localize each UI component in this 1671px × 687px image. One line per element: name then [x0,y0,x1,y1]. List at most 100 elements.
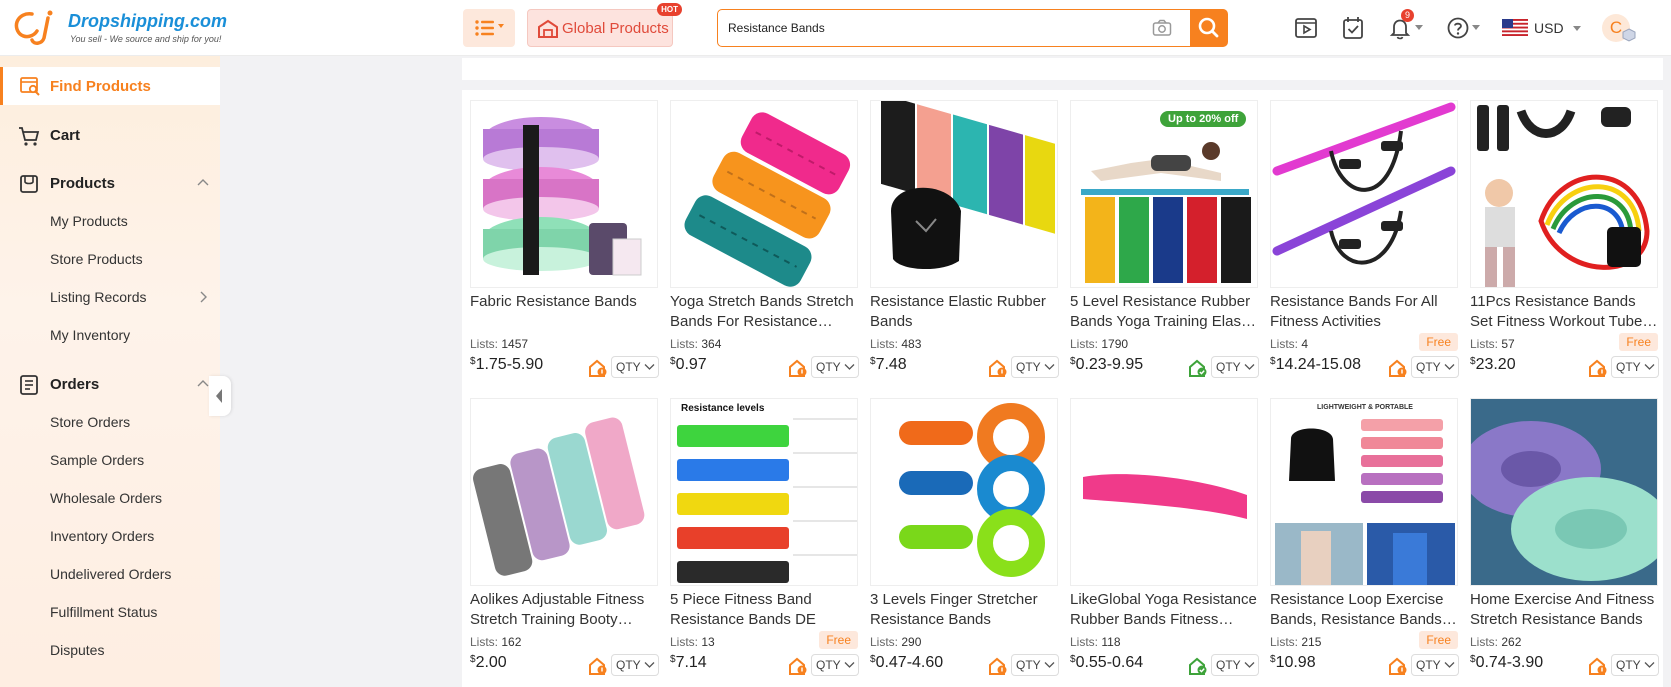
product-image[interactable]: Up to 20% off [1070,100,1258,288]
price: $2.00 [470,654,507,672]
sidebar-item-sample-orders[interactable]: Sample Orders [0,445,220,475]
search-input[interactable] [728,18,1128,38]
qty-dropdown[interactable]: QTY [1011,356,1059,378]
product-image[interactable] [670,100,858,288]
product-title[interactable]: Home Exercise And Fitness Stretch Resist… [1470,590,1658,630]
product-title[interactable]: Aolikes Adjustable Fitness Stretch Train… [470,590,658,630]
sidebar-item-disputes[interactable]: Disputes [0,635,220,665]
logo-text: Dropshipping.com [68,11,227,31]
category-menu-button[interactable] [463,9,515,47]
qty-dropdown[interactable]: QTY [1611,654,1659,676]
qty-dropdown[interactable]: QTY [811,654,859,676]
product-image[interactable] [870,100,1058,288]
help-icon[interactable] [1444,14,1472,42]
product-title[interactable]: 5 Piece Fitness Band Resistance Bands DE [670,590,858,630]
product-card[interactable]: Resistance Elastic Rubber Bands Lists: 4… [870,100,1059,390]
cart-icon [19,127,40,146]
chevron-down-icon[interactable] [1471,24,1481,31]
warehouse-orange-icon[interactable] [1388,358,1408,378]
product-image[interactable] [470,100,658,288]
product-card[interactable]: Home Exercise And Fitness Stretch Resist… [1470,398,1659,687]
product-image[interactable] [870,398,1058,586]
sidebar-item-inventory-orders[interactable]: Inventory Orders [0,521,220,551]
product-card[interactable]: Resistance levels 5 Piece Fitness Band R… [670,398,859,687]
warehouse-orange-icon[interactable] [988,358,1008,378]
qty-dropdown[interactable]: QTY [611,356,659,378]
product-title[interactable]: Resistance Loop Exercise Bands, Resistan… [1270,590,1458,630]
qty-dropdown[interactable]: QTY [1611,356,1659,378]
find-products-icon [20,77,40,96]
product-title[interactable]: 11Pcs Resistance Bands Set Fitness Worko… [1470,292,1658,332]
warehouse-orange-icon[interactable] [1388,656,1408,676]
product-card[interactable]: Resistance Bands For All Fitness Activit… [1270,100,1459,390]
product-card[interactable]: LIGHTWEIGHT & PORTABLE Resistance Loop E… [1270,398,1459,687]
sidebar-item-my-inventory[interactable]: My Inventory [0,320,220,350]
warehouse-green-icon[interactable] [1188,656,1208,676]
search-button[interactable] [1190,8,1228,47]
qty-dropdown[interactable]: QTY [1211,356,1259,378]
sidebar-item-orders[interactable]: Orders [0,369,220,399]
product-card[interactable]: 3 Levels Finger Stretcher Resistance Ban… [870,398,1059,687]
qty-dropdown[interactable]: QTY [1411,654,1459,676]
qty-dropdown[interactable]: QTY [611,654,659,676]
product-title[interactable]: Resistance Bands For All Fitness Activit… [1270,292,1458,332]
badge-cube-icon [1622,28,1636,42]
lists-value: 162 [501,635,522,649]
product-title[interactable]: 5 Level Resistance Rubber Bands Yoga Tra… [1070,292,1258,332]
product-card[interactable]: Aolikes Adjustable Fitness Stretch Train… [470,398,659,687]
product-title[interactable]: Fabric Resistance Bands [470,292,658,332]
promo-badge: Up to 20% off [1160,111,1247,127]
currency-selector[interactable]: USD [1502,18,1582,38]
product-card[interactable]: Yoga Stretch Bands Stretch Bands For Res… [670,100,859,390]
sidebar-item-cart[interactable]: Cart [0,120,220,150]
camera-search-icon[interactable] [1152,19,1172,37]
price-value: 0.23-9.95 [1075,356,1144,373]
sidebar-item-products[interactable]: Products [0,168,220,198]
video-icon[interactable] [1292,14,1320,42]
product-image[interactable] [1070,398,1258,586]
free-shipping-badge: Free [1619,333,1658,351]
global-products-button[interactable]: Global Products HOT [527,3,682,47]
product-title[interactable]: LikeGlobal Yoga Resistance Rubber Bands … [1070,590,1258,630]
qty-dropdown[interactable]: QTY [1211,654,1259,676]
warehouse-green-icon[interactable] [1188,358,1208,378]
product-card[interactable]: LikeGlobal Yoga Resistance Rubber Bands … [1070,398,1259,687]
product-image[interactable] [1270,100,1458,288]
qty-dropdown[interactable]: QTY [811,356,859,378]
lists-label: Lists: [1070,635,1099,649]
product-title[interactable]: Yoga Stretch Bands Stretch Bands For Res… [670,292,858,332]
sidebar-item-store-orders[interactable]: Store Orders [0,407,220,437]
sidebar-item-wholesale-orders[interactable]: Wholesale Orders [0,483,220,513]
sidebar-item-store-products[interactable]: Store Products [0,244,220,274]
sidebar-collapse-toggle[interactable] [209,376,231,416]
warehouse-orange-icon[interactable] [788,656,808,676]
sidebar-item-listing-records[interactable]: Listing Records [0,282,220,312]
product-image[interactable]: LIGHTWEIGHT & PORTABLE [1270,398,1458,586]
product-image[interactable] [1470,398,1658,586]
product-image[interactable] [470,398,658,586]
sidebar-item-find-products[interactable]: Find Products [0,67,220,105]
product-image[interactable] [1470,100,1658,288]
warehouse-orange-icon[interactable] [1588,656,1608,676]
warehouse-orange-icon[interactable] [588,656,608,676]
qty-dropdown[interactable]: QTY [1411,356,1459,378]
sidebar-item-fulfillment-status[interactable]: Fulfillment Status [0,597,220,627]
product-card[interactable]: 11Pcs Resistance Bands Set Fitness Worko… [1470,100,1659,390]
product-card[interactable]: Fabric Resistance Bands Lists: 1457 $1.7… [470,100,659,390]
warehouse-orange-icon[interactable] [988,656,1008,676]
warehouse-orange-icon[interactable] [1588,358,1608,378]
chevron-down-icon[interactable] [1414,24,1424,31]
product-title[interactable]: 3 Levels Finger Stretcher Resistance Ban… [870,590,1058,630]
product-title[interactable]: Resistance Elastic Rubber Bands [870,292,1058,332]
sidebar-item-undelivered-orders[interactable]: Undelivered Orders [0,559,220,589]
product-image[interactable]: Resistance levels [670,398,858,586]
warehouse-orange-icon[interactable] [588,358,608,378]
sidebar-item-my-products[interactable]: My Products [0,206,220,236]
tasks-icon[interactable] [1339,14,1367,42]
warehouse-orange-icon[interactable] [788,358,808,378]
price: $0.55-0.64 [1070,654,1143,672]
qty-label: QTY [1616,658,1641,672]
site-logo[interactable]: Dropshipping.com You sell - We source an… [10,8,227,48]
qty-dropdown[interactable]: QTY [1011,654,1059,676]
product-card[interactable]: Up to 20% off 5 Level Resistance Rubber … [1070,100,1259,390]
